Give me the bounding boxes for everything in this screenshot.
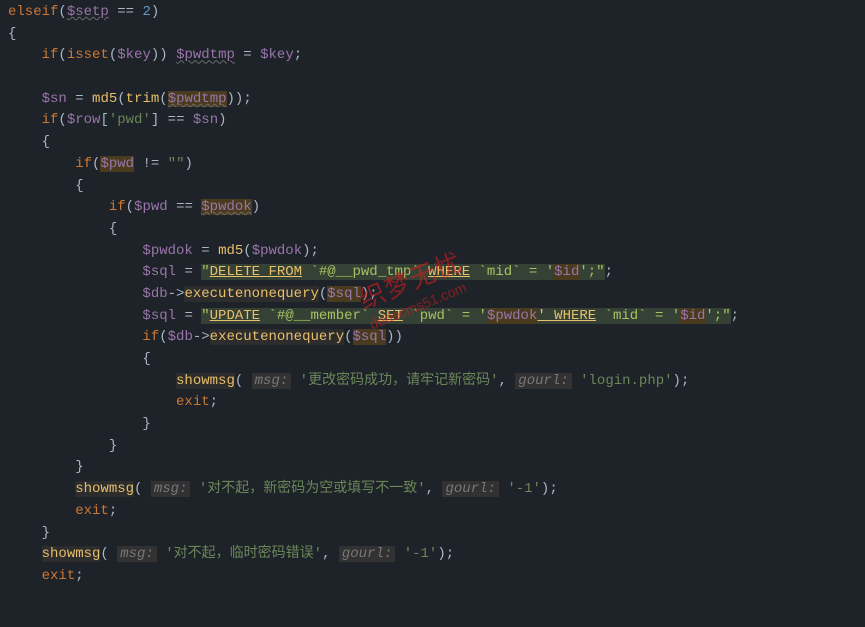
var-sql2: $sql (142, 308, 176, 324)
var-pwd: $pwd (100, 156, 134, 172)
sql-where2: ' WHERE (537, 308, 596, 324)
msg-success: '更改密码成功，请牢记新密码' (300, 373, 499, 389)
keyword-elseif: elseif (8, 4, 58, 20)
literal-empty: "" (168, 156, 185, 172)
sql-set: SET (378, 308, 403, 324)
var-id2: $id (680, 308, 705, 324)
func-md5: md5 (92, 91, 117, 107)
msg-temp-error: '对不起，临时密码错误' (165, 546, 322, 562)
keyword-if4: if (109, 199, 126, 215)
var-pwdok: $pwdok (201, 199, 251, 215)
keyword-if3: if (75, 156, 92, 172)
sql-end2: '; (705, 308, 722, 324)
sql-tbl1: `#@__pwd_tmp` (302, 264, 428, 280)
hint-gourl2: gourl: (442, 481, 498, 497)
func-md5-2: md5 (218, 243, 243, 259)
hint-gourl: gourl: (515, 373, 571, 389)
func-execute2: executenonequery (210, 329, 344, 345)
var-setp: $setp (67, 4, 109, 20)
var-pwd2: $pwd (134, 199, 168, 215)
literal-pwd: 'pwd' (109, 112, 151, 128)
url-back: '-1' (507, 481, 541, 497)
keyword-exit3: exit (42, 568, 76, 584)
var-pwdok3: $pwdok (252, 243, 302, 259)
code-editor[interactable]: elseif($setp == 2) { if(isset($key)) $pw… (8, 2, 857, 588)
var-pwdtmp: $pwdtmp (176, 47, 235, 63)
var-key2: $key (260, 47, 294, 63)
var-pwdtmp2: $pwdtmp (168, 91, 227, 107)
sql-where: WHERE (428, 264, 470, 280)
var-key: $key (117, 47, 151, 63)
hint-msg: msg: (252, 373, 292, 389)
literal-2: 2 (142, 4, 150, 20)
func-showmsg2: showmsg (75, 481, 134, 497)
var-pwdok4: $pwdok (487, 308, 537, 324)
func-execute: executenonequery (184, 286, 318, 302)
var-db: $db (142, 286, 167, 302)
var-sql-arg: $sql (327, 286, 361, 302)
sql-mid2: `mid` = ' (596, 308, 680, 324)
var-sql: $sql (142, 264, 176, 280)
keyword-if: if (42, 47, 59, 63)
hint-msg3: msg: (117, 546, 157, 562)
func-showmsg3: showmsg (42, 546, 101, 562)
sql-update: UPDATE (210, 308, 260, 324)
sql-mid: `mid` = ' (470, 264, 554, 280)
sql-tbl2: `#@__member` (260, 308, 378, 324)
var-sql3: $sql (353, 329, 387, 345)
sql-delete: DELETE FROM (210, 264, 302, 280)
url-back2: '-1' (404, 546, 438, 562)
sql-pwd: `pwd` = ' (403, 308, 487, 324)
var-sn2: $sn (193, 112, 218, 128)
msg-empty: '对不起，新密码为空或填写不一致' (199, 481, 426, 497)
var-db2: $db (168, 329, 193, 345)
keyword-exit2: exit (75, 503, 109, 519)
hint-gourl3: gourl: (339, 546, 395, 562)
sql-end: '; (579, 264, 596, 280)
keyword-if2: if (42, 112, 59, 128)
func-trim: trim (126, 91, 160, 107)
func-isset: isset (67, 47, 109, 63)
func-showmsg: showmsg (176, 373, 235, 389)
var-id: $id (554, 264, 579, 280)
keyword-if5: if (142, 329, 159, 345)
var-sn: $sn (42, 91, 67, 107)
hint-msg2: msg: (151, 481, 191, 497)
var-row: $row (67, 112, 101, 128)
var-pwdok2: $pwdok (142, 243, 192, 259)
url-login: 'login.php' (580, 373, 672, 389)
keyword-exit: exit (176, 394, 210, 410)
